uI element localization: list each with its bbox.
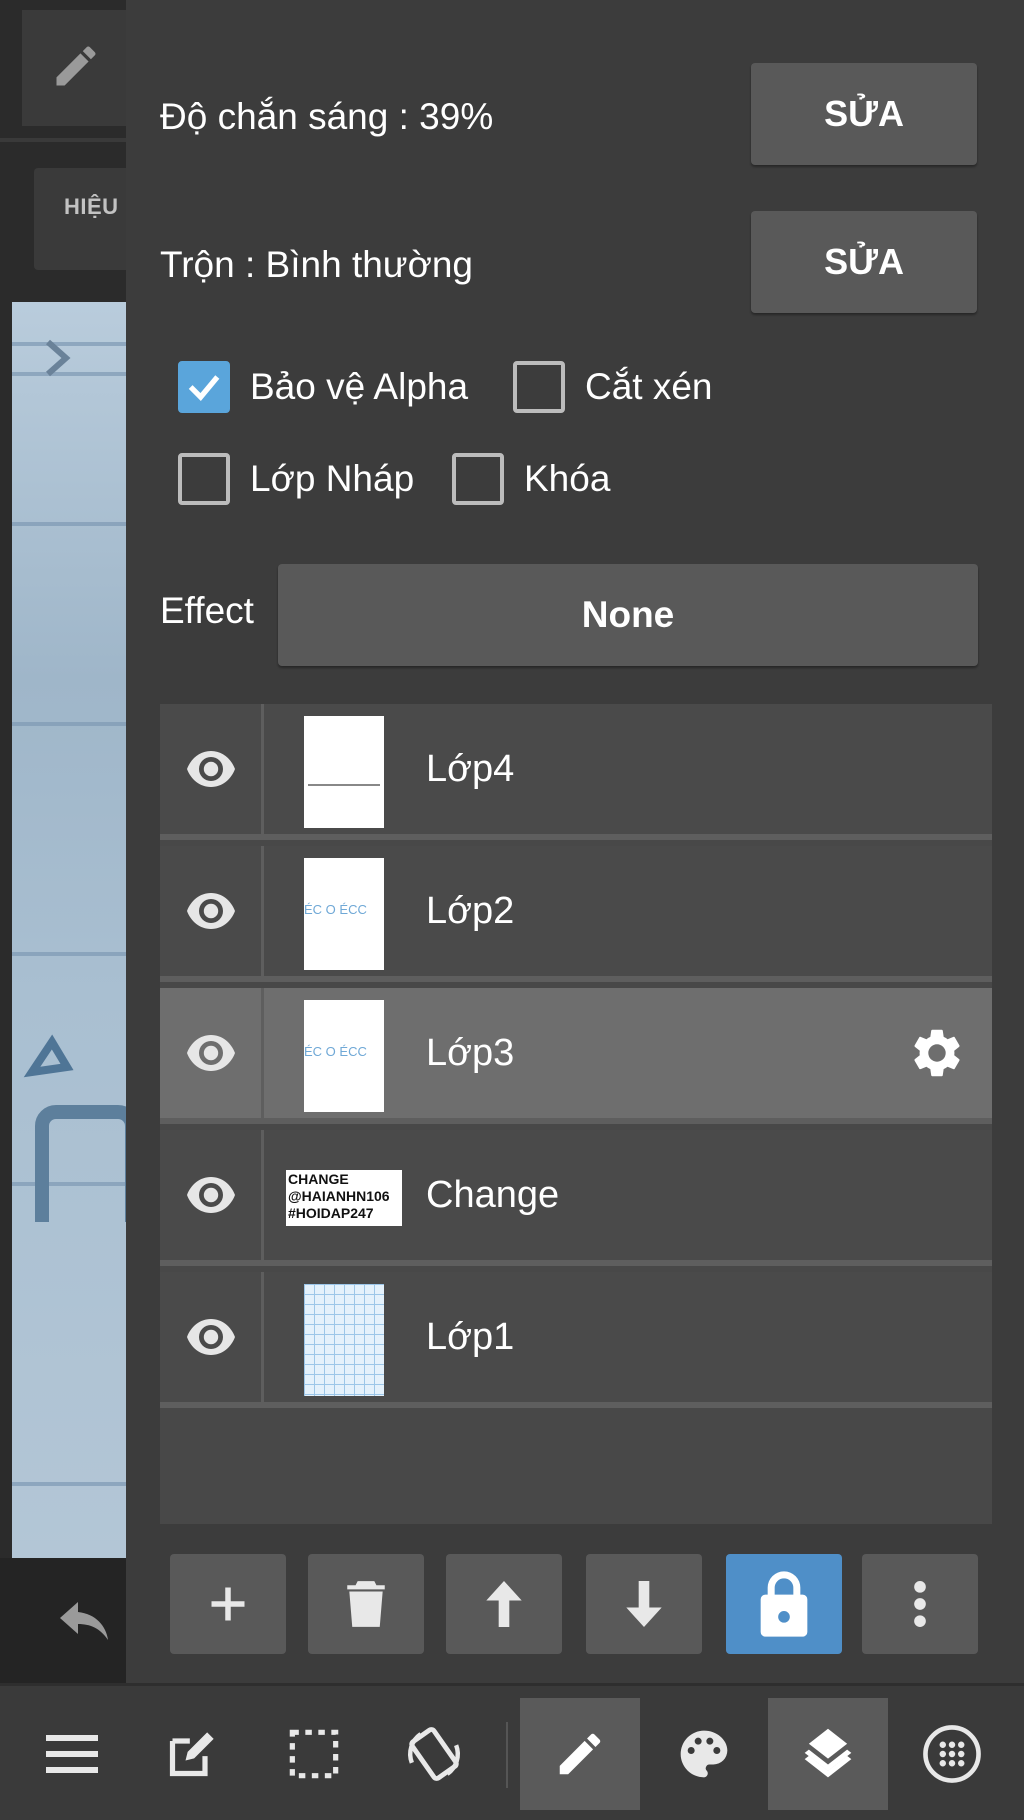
menu-icon [46, 1735, 98, 1773]
undo-icon[interactable] [56, 1602, 112, 1646]
layer-name: Change [426, 1174, 560, 1216]
layer-panel: Độ chắn sáng : 39% SỬA Trộn : Bình thườn… [126, 0, 1024, 1683]
layer-row-selected[interactable]: ÉC O ÉCC Lớp3 [160, 988, 992, 1124]
palette-icon [680, 1730, 728, 1778]
pen-icon [559, 1733, 601, 1775]
draft-layer-checkbox[interactable]: Lớp Nháp [178, 453, 414, 505]
gear-icon[interactable] [908, 1024, 966, 1082]
canvas-stripe [12, 1482, 126, 1486]
undo-area [0, 1558, 126, 1683]
more-vertical-icon [914, 1581, 926, 1627]
checkbox-box [178, 453, 230, 505]
checkbox-box [178, 361, 230, 413]
edit-square-icon [169, 1732, 214, 1777]
checkbox-label: Lớp Nháp [250, 458, 415, 499]
move-layer-down-button[interactable] [586, 1554, 702, 1654]
effect-select-button[interactable]: None [278, 564, 978, 666]
canvas-stripe [12, 522, 126, 526]
checkbox-label: Khóa [524, 458, 611, 499]
checkbox-box [513, 361, 565, 413]
visibility-toggle[interactable] [160, 846, 264, 976]
eye-icon [186, 1177, 235, 1213]
layer-thumbnail: ÉC O ÉCC [304, 1000, 384, 1112]
layers-button[interactable] [768, 1698, 888, 1810]
effect-tab[interactable]: HIỆU [34, 168, 126, 270]
blend-edit-button[interactable]: SỬA [751, 211, 977, 313]
thumbnail-line [308, 784, 380, 786]
plus-icon [211, 1587, 245, 1621]
lock-icon [760, 1571, 808, 1637]
pen-tool-tile[interactable] [22, 10, 126, 126]
selection-icon [289, 1729, 339, 1779]
visibility-toggle[interactable] [160, 704, 264, 834]
layer-name: Lớp4 [426, 748, 515, 790]
blend-mode-label: Trộn : Bình thường [160, 244, 473, 285]
checkbox-label: Bảo vệ Alpha [250, 366, 469, 407]
layer-name: Lớp1 [426, 1316, 515, 1358]
delete-layer-button[interactable] [308, 1554, 424, 1654]
thumbnail-text: ÉC O ÉCC [304, 902, 367, 917]
rotate-canvas-button[interactable] [374, 1698, 494, 1810]
layer-list: Lớp4 ÉC O ÉCC Lớp2 ÉC O ÉCC Lớp3 CHANGE … [160, 704, 992, 1524]
thumbnail-text: #HOIDAP247 [288, 1205, 374, 1221]
selection-button[interactable] [254, 1698, 374, 1810]
layer-thumbnail: CHANGE @HAIANHN106 #HOIDAP247 [286, 1170, 402, 1226]
thumbnail-text: ÉC O ÉCC [304, 1044, 367, 1059]
pen-tool-button[interactable] [520, 1698, 640, 1810]
app-root: HIỆU Độ chắn sáng: 39% SỬA Trộn: Bình … [0, 0, 1024, 1820]
arrow-down-icon [626, 1581, 662, 1627]
layer-row[interactable]: CHANGE @HAIANHN106 #HOIDAP247 Change [160, 1130, 992, 1266]
layer-row[interactable]: ÉC O ÉCC Lớp2 [160, 846, 992, 982]
trash-icon [347, 1581, 385, 1627]
lock-layer-button[interactable] [726, 1554, 842, 1654]
thumbnail-text: @HAIANHN106 [288, 1188, 390, 1204]
canvas-preview[interactable] [12, 302, 126, 1558]
color-button[interactable] [644, 1698, 764, 1810]
bottom-toolbar [0, 1683, 1024, 1820]
eye-icon [186, 1035, 235, 1071]
layer-thumbnail [304, 1284, 384, 1396]
more-options-button[interactable] [862, 1554, 978, 1654]
canvas-strip: HIỆU [0, 0, 126, 1683]
eye-icon [186, 751, 235, 787]
layer-row[interactable]: Lớp1 [160, 1272, 992, 1408]
pen-icon [56, 46, 96, 86]
effect-tab-label: HIỆU [64, 194, 119, 219]
move-layer-up-button[interactable] [446, 1554, 562, 1654]
effect-label: Effect [160, 590, 254, 631]
eye-icon [186, 1319, 235, 1355]
lock-checkbox[interactable]: Khóa [452, 453, 610, 505]
menu-button[interactable] [12, 1698, 132, 1810]
canvas-artwork [23, 1034, 126, 1222]
chevron-right-icon[interactable] [42, 338, 72, 378]
layer-name: Lớp2 [426, 890, 515, 932]
clipping-checkbox[interactable]: Cắt xén [513, 361, 713, 413]
checkbox-label: Cắt xén [585, 366, 713, 407]
layer-name: Lớp3 [426, 1032, 515, 1074]
rotate-canvas-icon [408, 1727, 460, 1781]
layer-thumbnail [304, 716, 384, 828]
thumbnail-text: CHANGE [288, 1171, 349, 1187]
strip-divider [0, 138, 126, 142]
opacity-label: Độ chắn sáng : 39% [160, 96, 494, 137]
visibility-toggle[interactable] [160, 1130, 264, 1260]
layer-row[interactable]: Lớp4 [160, 704, 992, 840]
toolbar-divider [506, 1722, 508, 1788]
arrow-up-icon [486, 1581, 522, 1627]
layer-thumbnail: ÉC O ÉCC [304, 858, 384, 970]
alpha-protect-checkbox[interactable]: Bảo vệ Alpha [178, 361, 468, 413]
checkbox-box [452, 453, 504, 505]
eye-icon [186, 893, 235, 929]
opacity-edit-button[interactable]: SỬA [751, 63, 977, 165]
edit-button[interactable] [132, 1698, 252, 1810]
check-icon [188, 375, 220, 401]
visibility-toggle[interactable] [160, 988, 264, 1118]
visibility-toggle[interactable] [160, 1272, 264, 1402]
materials-icon [923, 1725, 981, 1783]
add-layer-button[interactable] [170, 1554, 286, 1654]
materials-button[interactable] [892, 1698, 1012, 1810]
layers-icon [804, 1728, 852, 1778]
